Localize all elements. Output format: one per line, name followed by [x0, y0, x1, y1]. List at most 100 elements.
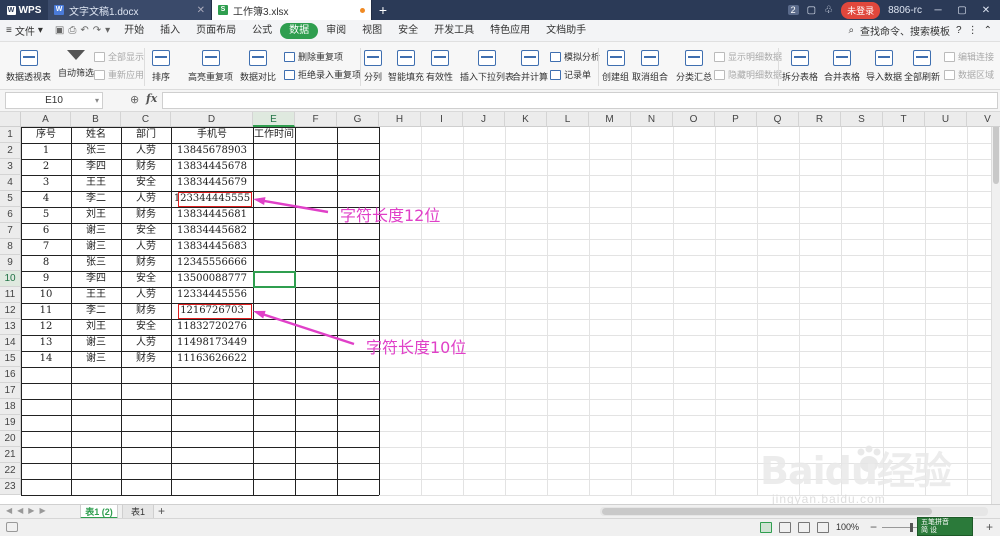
horizontal-scrollbar[interactable]	[600, 507, 988, 516]
ime-indicator[interactable]: 五笔拼音 简 设	[917, 517, 973, 536]
sheet-nav-arrows[interactable]: ◀◀▶▶	[6, 506, 51, 515]
merge-table-button[interactable]: 合并表格	[824, 50, 860, 83]
window-count-badge[interactable]: 2	[787, 5, 799, 15]
sheet-tab-1-copy[interactable]: 表1 (2)	[80, 505, 118, 519]
file-menu[interactable]: ≡ 文件 ▾	[0, 23, 49, 38]
create-group-button[interactable]: 创建组	[602, 50, 629, 83]
undo-icon[interactable]: ↶	[80, 25, 88, 36]
ungroup-button[interactable]: 取消组合	[632, 50, 668, 83]
autofilter-button[interactable]: 自动筛选	[58, 50, 94, 79]
reading-mode-icon[interactable]	[798, 522, 810, 533]
reject-duplicates-button[interactable]: 拒绝录入重复项	[284, 68, 361, 81]
menu-view[interactable]: 视图	[354, 23, 390, 39]
redo-icon[interactable]: ↷	[93, 25, 101, 36]
eye-protection-icon[interactable]	[817, 522, 829, 533]
menu-features[interactable]: 特色应用	[482, 23, 538, 39]
menu-developer[interactable]: 开发工具	[426, 23, 482, 39]
zoom-level[interactable]: 100%	[836, 522, 859, 532]
show-detail-button[interactable]: 显示明细数据	[714, 50, 782, 63]
tab-document[interactable]: W 文字文稿1.docx ✕	[48, 0, 212, 20]
function-icon[interactable]: fx	[146, 92, 157, 105]
chevron-down-icon[interactable]: ▾	[95, 93, 99, 108]
zoom-slider-knob[interactable]	[910, 523, 913, 532]
hide-detail-icon	[714, 69, 725, 80]
toolbar-separator	[778, 48, 779, 86]
sheet-tab-1[interactable]: 表1	[122, 505, 154, 519]
search-icon: ⌕	[848, 25, 855, 36]
highlight-duplicates-button[interactable]: 高亮重复项	[188, 50, 233, 83]
minimize-icon[interactable]: ─	[930, 5, 946, 16]
zoom-in-button[interactable]: +	[986, 520, 993, 534]
validity-button[interactable]: 有效性	[426, 50, 453, 83]
data-area-icon	[944, 69, 955, 80]
window-close-icon[interactable]: ✕	[978, 5, 994, 16]
split-table-button[interactable]: 拆分表格	[782, 50, 818, 83]
menu-security[interactable]: 安全	[390, 23, 426, 39]
menu-review[interactable]: 审阅	[318, 23, 354, 39]
wps-logo[interactable]: W WPS	[0, 0, 48, 20]
data-compare-button[interactable]: 数据对比	[240, 50, 276, 83]
pivot-table-button[interactable]: 数据透视表	[6, 50, 51, 83]
show-detail-icon	[714, 51, 725, 62]
view-mode-icons	[760, 522, 829, 533]
split-column-button[interactable]: 分列	[364, 50, 382, 83]
word-file-icon: W	[54, 5, 64, 15]
wps-logo-icon: W	[6, 5, 16, 15]
login-button[interactable]: 未登录	[841, 1, 881, 19]
annotation-arrow	[253, 310, 355, 346]
unsaved-dot-icon	[360, 7, 365, 13]
split-column-icon	[364, 50, 382, 66]
edit-link-button[interactable]: 编辑连接	[944, 50, 994, 63]
macro-record-icon[interactable]	[6, 522, 18, 532]
print-icon[interactable]: ⎙	[68, 25, 76, 36]
tab-workbook[interactable]: S 工作簿3.xlsx	[212, 0, 372, 20]
maximize-icon[interactable]: ▢	[954, 5, 970, 16]
normal-view-icon[interactable]	[760, 522, 772, 533]
refresh-all-button[interactable]: 全部刷新	[904, 50, 940, 83]
save-icon[interactable]: ▣	[55, 25, 64, 36]
add-sheet-button[interactable]: +	[158, 504, 165, 518]
import-data-button[interactable]: 导入数据	[866, 50, 902, 83]
subtotal-button[interactable]: 分类汇总	[676, 50, 712, 83]
more-options-icon[interactable]: ⋮	[968, 25, 978, 36]
smart-fill-button[interactable]: 智能填充	[388, 50, 424, 83]
simulation-analysis-button[interactable]: 模拟分析	[550, 50, 600, 63]
filter-icon	[67, 50, 85, 60]
menu-formula[interactable]: 公式	[244, 23, 280, 39]
zoom-out-button[interactable]: −	[870, 520, 877, 534]
sheet-tab-bar: ◀◀▶▶ 表1 (2) 表1 +	[0, 504, 1000, 519]
name-box[interactable]: E10 ▾	[5, 92, 103, 109]
skin-icon[interactable]: ▢	[807, 5, 816, 16]
shirt-icon[interactable]: ♧	[824, 5, 833, 16]
new-tab-button[interactable]: +	[372, 0, 394, 20]
collapse-ribbon-icon[interactable]: ⌃	[984, 25, 992, 36]
menu-data[interactable]: 数据	[280, 22, 319, 39]
remove-duplicates-icon	[284, 51, 295, 62]
page-break-view-icon[interactable]	[779, 522, 791, 533]
data-area-button[interactable]: 数据区域	[944, 68, 994, 81]
edit-link-icon	[944, 51, 955, 62]
menu-start[interactable]: 开始	[116, 23, 152, 39]
show-all-button[interactable]: 全部显示	[94, 50, 144, 63]
sort-icon	[152, 50, 170, 66]
menu-insert[interactable]: 插入	[152, 23, 188, 39]
more-icon[interactable]: ▾	[105, 25, 110, 36]
command-search[interactable]: 查找命令、搜索模板	[860, 23, 950, 38]
horizontal-scroll-thumb[interactable]	[602, 508, 932, 515]
sort-button[interactable]: 排序	[152, 50, 170, 83]
toolbar-separator	[360, 48, 361, 86]
reapply-button[interactable]: 重新应用	[94, 68, 144, 81]
help-icon[interactable]: ?	[956, 25, 962, 36]
annotation-arrow	[253, 197, 329, 214]
close-icon[interactable]: ✕	[197, 5, 205, 16]
menu-doc-assistant[interactable]: 文档助手	[538, 23, 594, 39]
insert-dropdown-button[interactable]: 插入下拉列表	[460, 50, 514, 83]
menu-page-layout[interactable]: 页面布局	[188, 23, 244, 39]
formula-input[interactable]	[162, 92, 998, 109]
merge-calc-button[interactable]: 合并计算	[512, 50, 548, 83]
hide-detail-button[interactable]: 隐藏明细数据	[714, 68, 782, 81]
title-right-area: 2 ▢ ♧ 未登录 8806-rc ─ ▢ ✕	[787, 0, 1000, 20]
remove-duplicates-button[interactable]: 删除重复项	[284, 50, 343, 63]
zoom-lens-icon[interactable]: ⊕	[130, 93, 139, 106]
record-form-button[interactable]: 记录单	[550, 68, 591, 81]
